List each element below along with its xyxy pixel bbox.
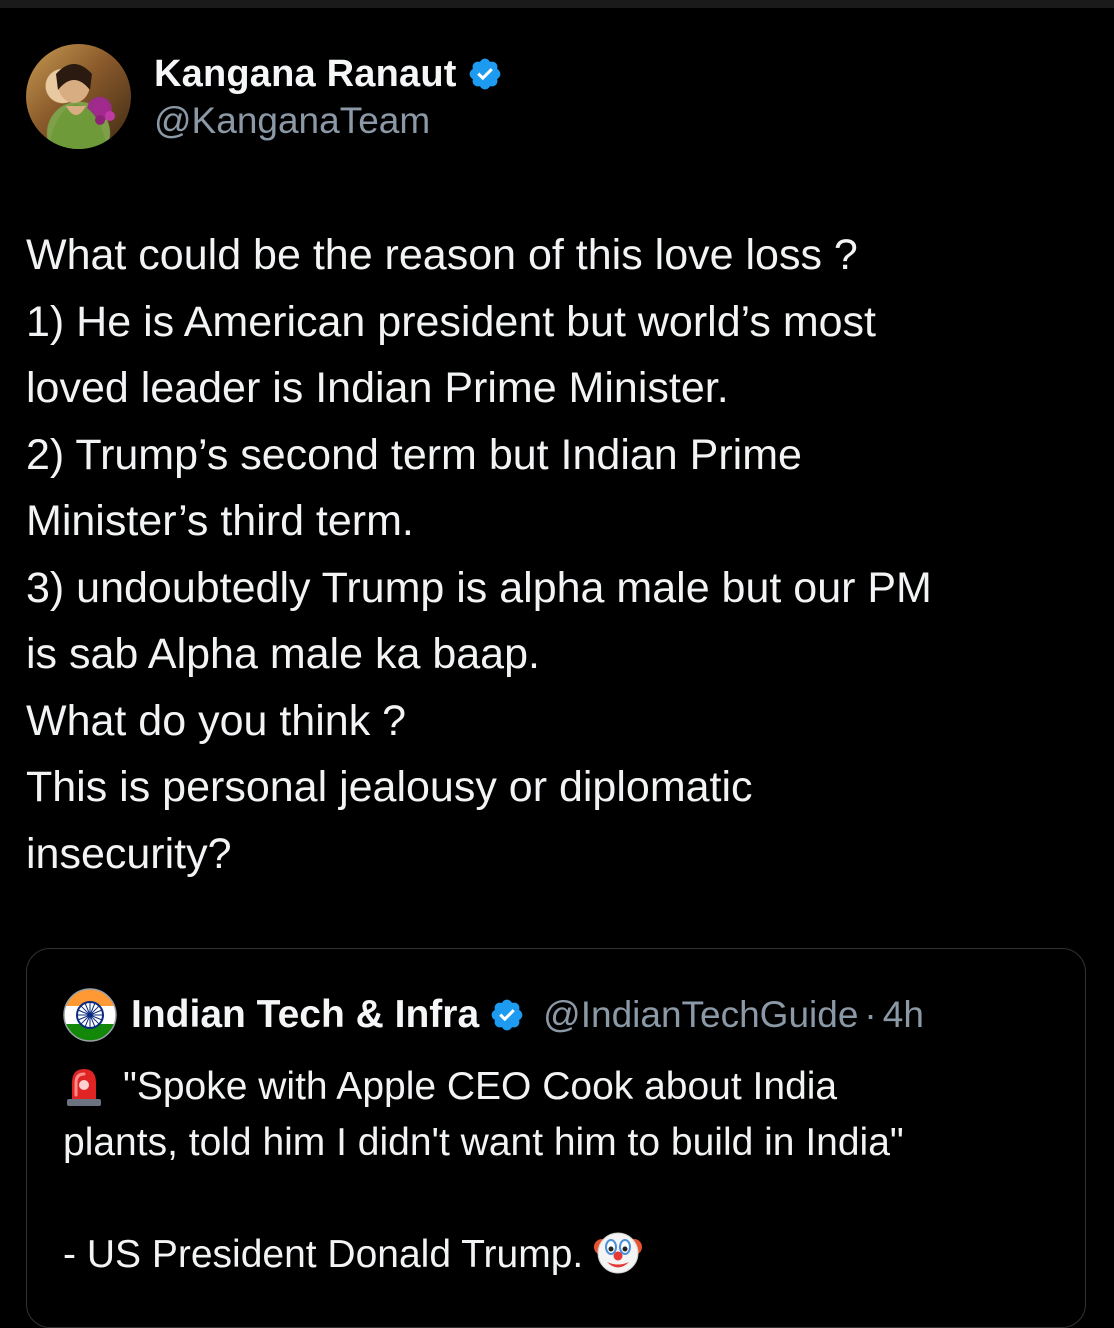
author-handle[interactable]: @KanganaTeam — [154, 100, 430, 142]
tweet-line: insecurity? — [26, 829, 232, 878]
quoted-line — [63, 1171, 1063, 1227]
quoted-line: plants, told him I didn't want him to bu… — [63, 1121, 904, 1164]
status-strip — [0, 0, 1114, 8]
verified-badge-icon — [469, 58, 501, 90]
police-siren-icon — [67, 1069, 101, 1106]
ashoka-chakra-flag-icon[interactable] — [63, 988, 117, 1042]
profile-photo-icon — [48, 64, 115, 149]
quoted-author-name[interactable]: Indian Tech & Infra — [131, 993, 479, 1037]
tweet-line: This is personal jealousy or diplomatic — [26, 763, 753, 811]
tweet-line: Minister’s third term. — [26, 497, 414, 545]
tweet-line: 3) undoubtedly Trump is alpha male but o… — [26, 563, 932, 612]
quoted-line: "Spoke with Apple CEO Cook about India — [63, 1059, 1063, 1115]
separator-dot: · — [864, 994, 877, 1035]
tweet-line: 1) He is American president but world’s … — [26, 297, 877, 346]
quoted-timestamp[interactable]: 4h — [883, 994, 924, 1036]
tweet-line: loved leader is Indian Prime Minister. — [26, 364, 729, 412]
tweet-text: What could be the reason of this love lo… — [26, 222, 1086, 887]
tweet-line: What do you think ? — [26, 696, 407, 745]
quoted-line-text: "Spoke with Apple CEO Cook about India — [123, 1065, 838, 1108]
tweet-line: What could be the reason of this love lo… — [26, 231, 858, 279]
quoted-tweet-header: Indian Tech & Infra @IndianTechGuide · 4… — [63, 988, 924, 1042]
quoted-author-handle[interactable]: @IndianTechGuide — [543, 994, 858, 1036]
author-name-row: Kangana Ranaut — [154, 50, 503, 98]
quoted-tweet-card[interactable]: Indian Tech & Infra @IndianTechGuide · 4… — [26, 948, 1086, 1328]
tweet-line: is sab Alpha male ka baap. — [26, 630, 540, 678]
quoted-line-text: - US President Donald Trump. — [63, 1233, 584, 1276]
tweet-line: 2) Trump’s second term but Indian Prime — [26, 430, 802, 479]
author-name[interactable]: Kangana Ranaut — [154, 53, 457, 96]
verified-badge-icon — [491, 999, 523, 1031]
clown-face-icon — [594, 1232, 643, 1274]
quoted-tweet-text: "Spoke with Apple CEO Cook about India p… — [63, 1059, 1063, 1283]
quoted-line: - US President Donald Trump. — [63, 1227, 1063, 1283]
author-avatar[interactable] — [26, 44, 131, 149]
